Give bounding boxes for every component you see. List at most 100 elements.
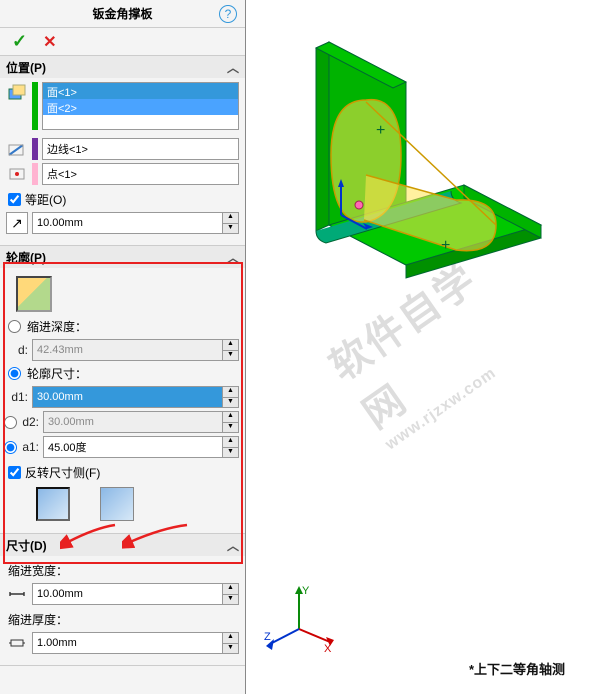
thickness-icon	[6, 632, 28, 654]
flip-side-checkbox[interactable]	[8, 466, 21, 479]
point-icon	[6, 163, 28, 185]
depth-radio-row[interactable]: 缩进深度：	[8, 318, 239, 335]
spinner[interactable]: ▲▼	[222, 437, 238, 457]
spin-down[interactable]: ▼	[223, 448, 238, 458]
d2-field: ▲▼	[43, 411, 239, 433]
material-inside-button[interactable]	[100, 487, 134, 521]
svg-text:X: X	[324, 643, 332, 654]
a1-field[interactable]: ▲▼	[43, 436, 239, 458]
d2-label: d2:	[21, 415, 39, 429]
point-input[interactable]	[43, 164, 238, 184]
point-color-strip	[32, 163, 38, 185]
section-header-profile[interactable]: 轮廓(P) ︿	[0, 246, 245, 268]
spin-up[interactable]: ▲	[223, 633, 238, 644]
panel-title: 钣金角撑板	[92, 5, 152, 22]
svg-text:Z: Z	[264, 631, 271, 643]
spin-down[interactable]: ▼	[223, 224, 238, 234]
spinner: ▲▼	[222, 412, 238, 432]
confirm-bar: ✓ ✕	[0, 28, 245, 56]
section-position: 位置(P) ︿ 面<1> 面<2>	[0, 56, 245, 246]
profile-type-button[interactable]	[16, 276, 52, 312]
point-field[interactable]	[42, 163, 239, 185]
thick-label: 缩进厚度：	[8, 611, 239, 628]
d-label: d:	[6, 343, 28, 357]
chevron-up-icon: ︿	[227, 59, 239, 76]
material-side-buttons	[36, 487, 239, 521]
spin-up[interactable]: ▲	[223, 584, 238, 595]
spinner[interactable]: ▲▼	[222, 213, 238, 233]
flip-direction-button[interactable]: ↗	[6, 212, 28, 234]
offset-checkbox[interactable]	[8, 193, 21, 206]
spinner[interactable]: ▲▼	[222, 387, 238, 407]
face-color-strip	[32, 82, 38, 130]
depth-label: 缩进深度：	[27, 318, 87, 335]
width-label: 缩进宽度：	[8, 562, 239, 579]
spin-down[interactable]: ▼	[223, 398, 238, 408]
offset-checkbox-row[interactable]: 等距(O)	[8, 191, 239, 208]
chevron-up-icon: ︿	[227, 249, 239, 266]
faces-listbox[interactable]: 面<1> 面<2>	[42, 82, 239, 130]
spinner: ▲▼	[222, 340, 238, 360]
spin-up[interactable]: ▲	[223, 437, 238, 448]
a1-radio[interactable]	[4, 441, 17, 454]
offset-label: 等距(O)	[25, 191, 66, 208]
cancel-button[interactable]: ✕	[43, 32, 56, 52]
offset-field[interactable]: ▲▼	[32, 212, 239, 234]
panel-scroll[interactable]: 位置(P) ︿ 面<1> 面<2>	[0, 56, 245, 694]
width-field[interactable]: ▲▼	[32, 583, 239, 605]
spin-up[interactable]: ▲	[223, 213, 238, 224]
flip-side-label: 反转尺寸侧(F)	[25, 464, 100, 481]
d-input	[33, 340, 222, 360]
a1-input[interactable]	[44, 437, 222, 457]
annotation-arrow	[122, 520, 192, 550]
faces-icon	[6, 82, 28, 104]
spinner[interactable]: ▲▼	[222, 633, 238, 653]
material-outside-button[interactable]	[36, 487, 70, 521]
size-radio[interactable]	[8, 367, 21, 380]
spin-down[interactable]: ▼	[223, 595, 238, 605]
edge-input[interactable]	[43, 139, 238, 159]
model-preview: + +	[246, 0, 611, 440]
section-title: 轮廓(P)	[6, 249, 46, 266]
section-dimension: 尺寸(D) ︿ 缩进宽度： ▲▼ 缩进厚度：	[0, 534, 245, 666]
d1-label: d1:	[6, 390, 28, 404]
edge-field[interactable]	[42, 138, 239, 160]
spinner[interactable]: ▲▼	[222, 584, 238, 604]
spin-down[interactable]: ▼	[223, 644, 238, 654]
view-triad: Y X Z	[264, 584, 334, 654]
ok-button[interactable]: ✓	[12, 31, 27, 52]
list-item[interactable]: 面<1>	[43, 83, 238, 99]
section-title: 尺寸(D)	[6, 537, 47, 554]
depth-radio[interactable]	[8, 320, 21, 333]
section-profile: 轮廓(P) ︿ 缩进深度： d: ▲▼	[0, 246, 245, 534]
sketch-point-icon: +	[441, 237, 450, 254]
size-label: 轮廓尺寸：	[27, 365, 87, 382]
d-field: ▲▼	[32, 339, 239, 361]
section-header-position[interactable]: 位置(P) ︿	[0, 56, 245, 78]
width-icon	[6, 583, 28, 605]
panel-header: 钣金角撑板 ?	[0, 0, 245, 28]
size-radio-row[interactable]: 轮廓尺寸：	[8, 365, 239, 382]
property-panel: 钣金角撑板 ? ✓ ✕ 位置(P) ︿	[0, 0, 246, 694]
help-icon[interactable]: ?	[219, 5, 237, 23]
d1-input[interactable]	[33, 387, 222, 407]
annotation-arrow	[60, 520, 120, 550]
d2-input	[44, 412, 222, 432]
flip-side-row[interactable]: 反转尺寸侧(F)	[8, 464, 239, 481]
sketch-point-icon: +	[376, 122, 385, 139]
graphics-viewport[interactable]: 软件自学网 www.rjzxw.com	[246, 0, 611, 694]
list-item[interactable]: 面<2>	[43, 99, 238, 115]
width-input[interactable]	[33, 584, 222, 604]
d2-radio[interactable]	[4, 416, 17, 429]
offset-input[interactable]	[33, 213, 222, 233]
edge-icon	[6, 138, 28, 160]
svg-text:Y: Y	[302, 585, 310, 597]
view-orientation-label: *上下二等角轴测	[469, 659, 565, 678]
chevron-up-icon: ︿	[227, 537, 239, 554]
a1-label: a1:	[21, 440, 39, 454]
thick-field[interactable]: ▲▼	[32, 632, 239, 654]
thick-input[interactable]	[33, 633, 222, 653]
section-title: 位置(P)	[6, 59, 46, 76]
spin-up[interactable]: ▲	[223, 387, 238, 398]
d1-field[interactable]: ▲▼	[32, 386, 239, 408]
